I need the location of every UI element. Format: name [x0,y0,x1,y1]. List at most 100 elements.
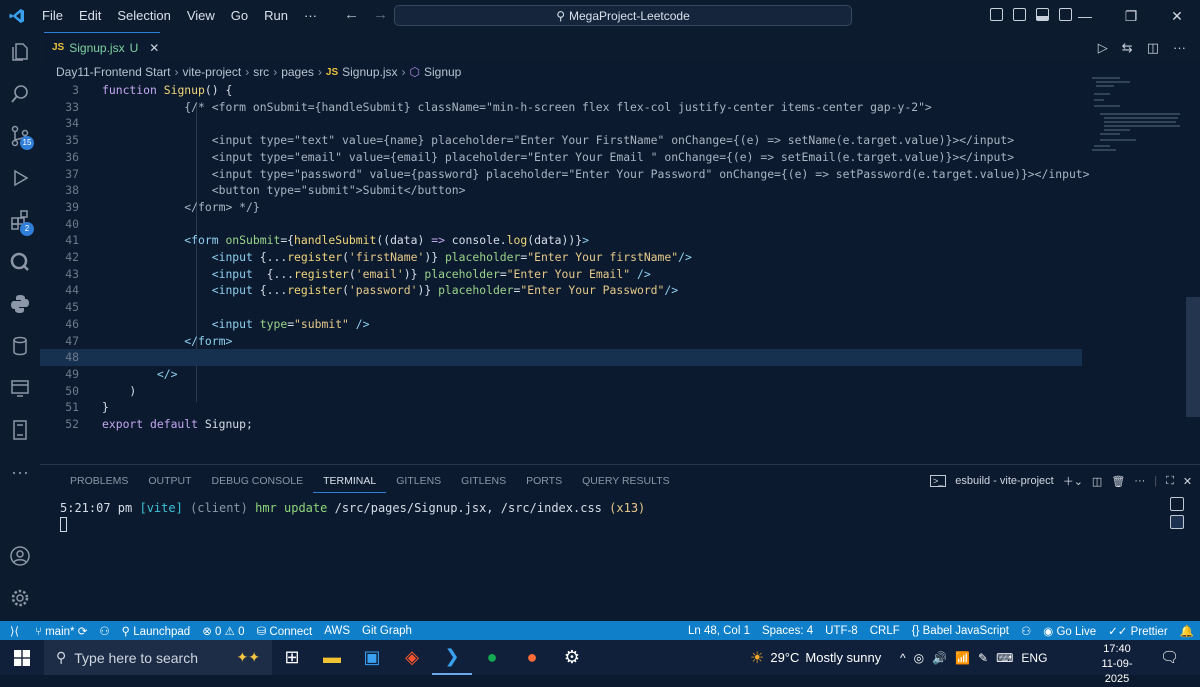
tab-terminal[interactable]: TERMINAL [313,473,387,493]
breadcrumb-item[interactable]: vite-project [183,65,242,79]
wifi-icon[interactable]: 📶 [955,651,970,665]
code-line[interactable]: 47 </form> [40,333,1082,350]
notifications-bell-icon[interactable]: 🔔 [1174,624,1200,638]
keyboard-icon[interactable]: ⌨ [996,651,1013,665]
tab-ports[interactable]: PORTS [516,473,572,493]
code-line[interactable]: 39 </form> */} [40,199,1082,216]
menu-go[interactable]: Go [223,0,256,32]
code-line[interactable]: 45 [40,299,1082,316]
tab-debug-console[interactable]: DEBUG CONSOLE [202,473,314,493]
python-icon[interactable] [8,292,32,316]
menu-more[interactable]: ··· [296,0,325,32]
breadcrumb-item[interactable]: pages [281,65,314,79]
toggle-sidebar-icon[interactable] [1013,8,1026,21]
code-line[interactable]: 49 </> [40,366,1082,383]
code-line[interactable]: 33 {/* <form onSubmit={handleSubmit} cla… [40,99,1082,116]
run-file-icon[interactable]: ▷ [1098,40,1108,56]
code-line[interactable]: 36 <input type="email" value={email} pla… [40,149,1082,166]
code-line[interactable]: 41 <form onSubmit={handleSubmit((data) =… [40,232,1082,249]
indentation[interactable]: Spaces: 4 [756,625,819,637]
code-line[interactable]: 3 function Signup() { [40,82,1082,99]
forward-arrow-icon[interactable]: → [373,6,388,23]
settings-gear-icon[interactable] [8,586,32,610]
split-terminal-icon[interactable]: ◫ [1092,475,1102,488]
code-editor[interactable]: 3 function Signup() {33 {/* <form onSubmi… [40,82,1090,462]
breadcrumb-item[interactable]: Signup.jsx [342,65,397,79]
show-hidden-icons-icon[interactable]: ^ [900,651,906,665]
encoding[interactable]: UTF-8 [819,625,864,637]
go-live[interactable]: ◉ Go Live [1037,624,1102,638]
vscode-taskbar-icon[interactable]: ❯ [432,640,472,675]
menu-edit[interactable]: Edit [71,0,109,32]
terminal-instance-icon[interactable] [1170,515,1184,529]
settings-gear-icon[interactable]: ⚙ [552,640,592,675]
postman-icon[interactable]: ● [512,640,552,675]
clock[interactable]: 17:40 11-09-2025 [1092,642,1142,687]
windows-start-icon[interactable] [0,640,44,675]
git-graph[interactable]: Git Graph [356,625,418,637]
code-line[interactable]: 37 <input type="password" value={passwor… [40,166,1089,183]
code-line[interactable]: 43 <input {...register('email')} placeho… [40,266,1082,283]
code-line[interactable]: 40 [40,216,1082,233]
search-icon[interactable] [8,82,32,106]
breadcrumb-item[interactable]: src [253,65,269,79]
tab-gitlens-2[interactable]: GITLENS [451,473,516,493]
meet-now-icon[interactable]: ◎ [914,651,924,665]
remote-icon[interactable]: ⟩⟨ [0,624,29,638]
brave-browser-icon[interactable]: ◈ [392,640,432,675]
code-line[interactable]: 46 <input type="submit" /> [40,316,1082,333]
breadcrumb-item[interactable]: Day11-Frontend Start [56,65,171,79]
code-line[interactable]: 51} [40,399,1082,416]
taskbar-search[interactable]: ⚲ Type here to search ✦✦ [44,640,272,675]
git-branch[interactable]: ⑂ main* ⟳ [29,624,93,638]
gitlens-icon[interactable] [8,250,32,274]
more-actions-icon[interactable]: ··· [1134,475,1145,487]
menu-run[interactable]: Run [256,0,296,32]
notebook-icon[interactable] [8,418,32,442]
toggle-panel-icon[interactable] [1036,8,1049,21]
file-explorer-icon[interactable]: ▬ [312,640,352,675]
code-line[interactable]: 34 [40,115,1082,132]
scrollbar-thumb[interactable] [1186,297,1200,417]
code-line[interactable]: 35 <input type="text" value={name} place… [40,132,1082,149]
task-view-icon[interactable]: ⊞ [272,640,312,675]
connect[interactable]: ⛁ Connect [251,624,319,638]
maximize-panel-icon[interactable]: ⛶ [1166,475,1174,488]
extensions-icon[interactable]: 2 [8,208,34,236]
close-panel-icon[interactable]: ✕ [1183,475,1192,488]
language-mode[interactable]: {} Babel JavaScript [906,625,1015,637]
minimize-icon[interactable]: — [1062,0,1108,32]
run-debug-icon[interactable] [8,166,32,190]
copilot-status-icon[interactable]: ⚇ [1015,624,1037,638]
aws[interactable]: AWS [318,625,356,637]
tab-gitlens[interactable]: GITLENS [386,473,451,493]
tab-signup-jsx[interactable]: JS Signup.jsx U ✕ [44,32,160,62]
breadcrumb-item[interactable]: Signup [424,65,461,79]
code-line[interactable]: 48 [40,349,1082,366]
pen-icon[interactable]: ✎ [978,651,988,665]
close-icon[interactable]: ✕ [1154,0,1200,32]
more-actions-icon[interactable]: ··· [1173,40,1186,56]
split-editor-icon[interactable]: ◫ [1147,40,1159,56]
code-line[interactable]: 42 <input {...register('firstName')} pla… [40,249,1082,266]
code-line[interactable]: 50 ) [40,383,1082,400]
command-center-search[interactable]: ⚲ MegaProject-Leetcode [394,5,852,26]
menu-view[interactable]: View [179,0,223,32]
tab-query-results[interactable]: QUERY RESULTS [572,473,680,493]
code-line[interactable]: 44 <input {...register('password')} plac… [40,282,1082,299]
copilot-icon[interactable]: ⚇ [93,624,115,638]
terminal-name[interactable]: esbuild - vite-project [955,475,1053,487]
remote-desktop-icon[interactable]: ▣ [352,640,392,675]
new-terminal-icon[interactable]: ＋⌄ [1063,473,1083,489]
back-arrow-icon[interactable]: ← [344,6,359,23]
account-icon[interactable] [8,544,32,568]
weather-widget[interactable]: ☀ 29°C Mostly sunny [750,640,881,675]
trash-icon[interactable]: 🗑 [1111,475,1125,488]
explorer-icon[interactable] [8,40,32,64]
tab-problems[interactable]: PROBLEMS [60,473,138,493]
menu-file[interactable]: File [34,0,71,32]
launchpad[interactable]: ⚲ Launchpad [116,624,197,638]
prettier[interactable]: ✓✓ Prettier [1102,624,1174,638]
mongodb-compass-icon[interactable]: ● [472,640,512,675]
code-line[interactable]: 52 export default Signup; [40,416,1082,433]
